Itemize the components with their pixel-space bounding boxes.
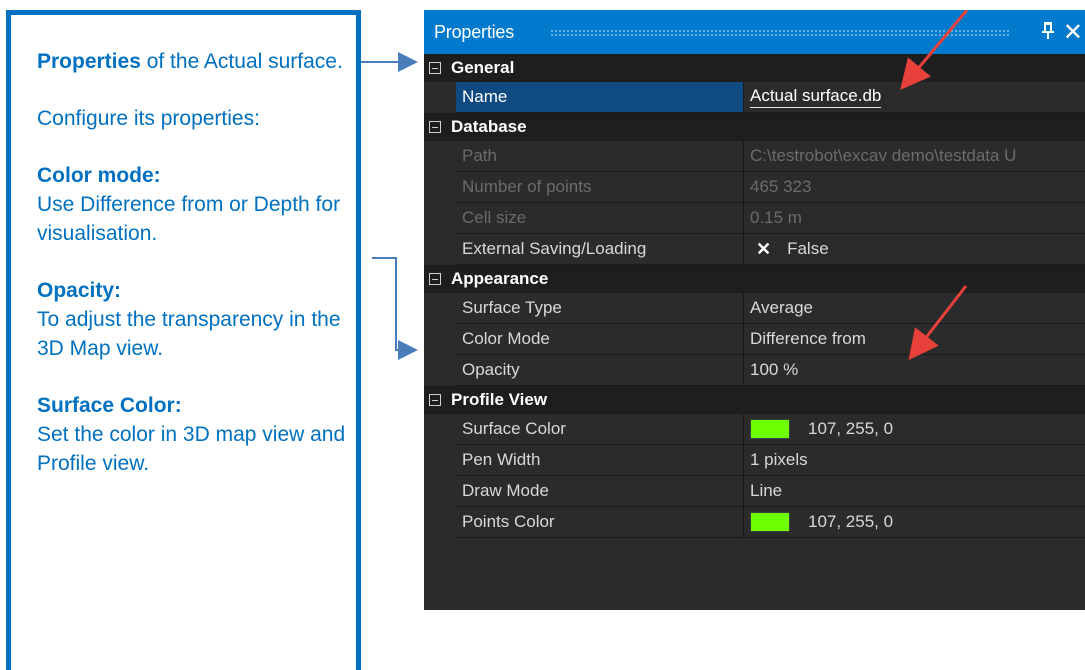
property-value: 465 323 [744, 172, 1085, 203]
false-x-icon[interactable]: ✕ [756, 239, 771, 260]
collapse-icon[interactable] [429, 273, 441, 285]
close-icon[interactable]: ✕ [1063, 18, 1083, 47]
panel-titlebar[interactable]: Properties ✕ [424, 10, 1085, 54]
category-general[interactable]: General [424, 54, 1085, 82]
property-row-path[interactable]: Path C:\testrobot\excav demo\testdata U [424, 141, 1085, 172]
pin-icon[interactable] [1041, 21, 1055, 44]
color-swatch[interactable] [750, 419, 790, 439]
property-value-input[interactable]: Actual surface.db [744, 82, 1085, 113]
property-row-number-of-points[interactable]: Number of points 465 323 [424, 172, 1085, 203]
color-swatch[interactable] [750, 512, 790, 532]
category-label: Database [451, 117, 527, 136]
property-row-cell-size[interactable]: Cell size 0.15 m [424, 203, 1085, 234]
property-name: Path [456, 141, 744, 172]
property-value-input[interactable]: 100 % [744, 355, 1085, 386]
property-value: C:\testrobot\excav demo\testdata U [744, 141, 1085, 172]
category-profile-view[interactable]: Profile View [424, 386, 1085, 414]
property-value-color[interactable]: 107, 255, 0 [744, 414, 1085, 445]
property-value-input[interactable]: 1 pixels [744, 445, 1085, 476]
category-label: Profile View [451, 390, 548, 409]
property-name: Points Color [456, 507, 744, 538]
property-row-pen-width[interactable]: Pen Width 1 pixels [424, 445, 1085, 476]
property-value-color[interactable]: 107, 255, 0 [744, 507, 1085, 538]
property-row-surface-type[interactable]: Surface Type Average [424, 293, 1085, 324]
property-name: Surface Type [456, 293, 744, 324]
property-name: Color Mode [456, 324, 744, 355]
property-row-surface-color[interactable]: Surface Color 107, 255, 0 [424, 414, 1085, 445]
collapse-icon[interactable] [429, 394, 441, 406]
property-name: Name [456, 82, 744, 113]
category-label: General [451, 58, 515, 77]
property-name: Pen Width [456, 445, 744, 476]
category-label: Appearance [451, 269, 549, 288]
properties-panel: Properties ✕ General Name Actual surface… [424, 10, 1085, 610]
property-name: Number of points [456, 172, 744, 203]
connector-color-mode [372, 257, 418, 360]
property-row-name[interactable]: Name Actual surface.db [424, 82, 1085, 113]
property-row-external-saving[interactable]: External Saving/Loading ✕ False [424, 234, 1085, 265]
category-database[interactable]: Database [424, 113, 1085, 141]
property-name: Draw Mode [456, 476, 744, 507]
titlebar-grip[interactable] [550, 29, 1009, 36]
property-value-select[interactable]: Line [744, 476, 1085, 507]
panel-title: Properties [434, 21, 515, 42]
property-name: External Saving/Loading [456, 234, 744, 265]
property-name: Surface Color [456, 414, 744, 445]
property-value-toggle[interactable]: ✕ False [744, 234, 1085, 265]
property-row-points-color[interactable]: Points Color 107, 255, 0 [424, 507, 1085, 538]
property-row-opacity[interactable]: Opacity 100 % [424, 355, 1085, 386]
property-row-draw-mode[interactable]: Draw Mode Line [424, 476, 1085, 507]
property-name: Opacity [456, 355, 744, 386]
category-appearance[interactable]: Appearance [424, 265, 1085, 293]
property-row-color-mode[interactable]: Color Mode Difference from [424, 324, 1085, 355]
collapse-icon[interactable] [429, 62, 441, 74]
property-value: 0.15 m [744, 203, 1085, 234]
property-value-select[interactable]: Average [744, 293, 1085, 324]
property-value-select[interactable]: Difference from [744, 324, 1085, 355]
collapse-icon[interactable] [429, 121, 441, 133]
property-grid: General Name Actual surface.db Database … [424, 54, 1085, 538]
property-name: Cell size [456, 203, 744, 234]
